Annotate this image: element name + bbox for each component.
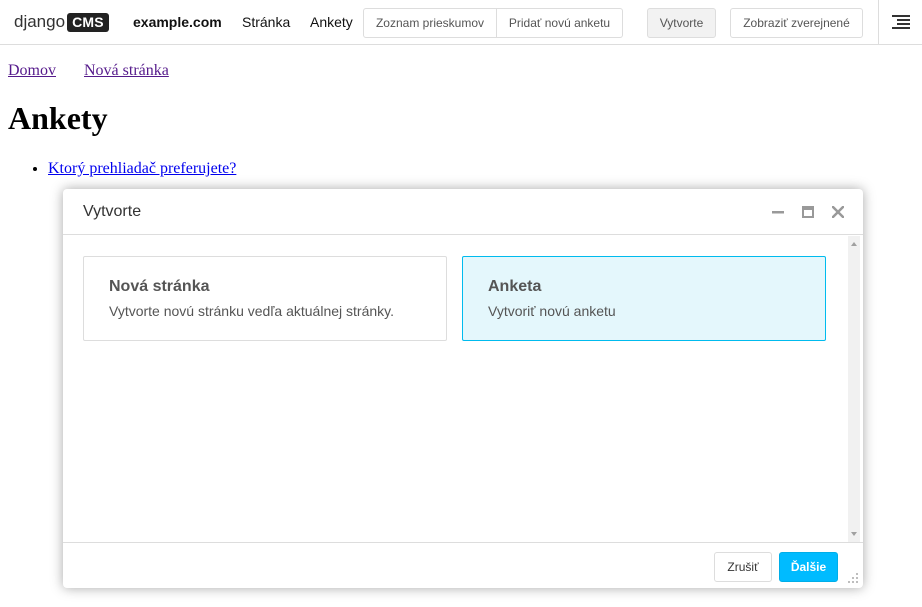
logo-text: django (14, 12, 66, 31)
maximize-button[interactable] (799, 203, 817, 221)
cancel-button[interactable]: Zrušiť (714, 552, 772, 582)
close-icon (832, 206, 844, 218)
breadcrumb-new-page[interactable]: Nová stránka (84, 62, 169, 79)
add-poll-button[interactable]: Pridať novú anketu (497, 8, 623, 38)
minimize-icon (772, 211, 784, 214)
option-title: Nová stránka (109, 278, 210, 295)
scroll-up-icon[interactable] (851, 242, 857, 246)
poll-list-button[interactable]: Zoznam prieskumov (363, 8, 497, 38)
scroll-down-icon[interactable] (851, 532, 857, 536)
toolbar-menu-polls[interactable]: Ankety (310, 14, 353, 30)
option-description: Vytvorte novú stránku vedľa aktuálnej st… (109, 303, 395, 319)
view-published-button[interactable]: Zobraziť zverejnené (730, 8, 863, 38)
option-description: Vytvoriť novú anketu (488, 303, 616, 319)
close-button[interactable] (829, 203, 847, 221)
create-button[interactable]: Vytvorte (647, 8, 716, 38)
toolbar-menu-toggle[interactable] (878, 0, 922, 44)
breadcrumb: Domov Nová stránka (8, 62, 193, 80)
poll-list: Ktorý prehliadač preferujete? (8, 160, 236, 178)
page-title: Ankety (8, 100, 108, 136)
option-new-page[interactable]: Nová stránka Vytvorte novú stránku vedľa… (83, 256, 447, 341)
breadcrumb-home[interactable]: Domov (8, 62, 56, 79)
toolbar-site-link[interactable]: example.com (133, 14, 222, 30)
maximize-icon (802, 206, 814, 218)
modal-body: Nová stránka Vytvorte novú stránku vedľa… (63, 236, 863, 542)
logo-badge: CMS (67, 12, 109, 32)
minimize-button[interactable] (769, 203, 787, 221)
hamburger-icon (891, 15, 910, 29)
option-poll[interactable]: Anketa Vytvoriť novú anketu (462, 256, 826, 341)
modal-title: Vytvorte (83, 203, 142, 220)
modal-header[interactable]: Vytvorte (63, 189, 863, 235)
next-button[interactable]: Ďalšie (779, 552, 838, 582)
toolbar-menu-page[interactable]: Stránka (242, 14, 290, 30)
list-item: Ktorý prehliadač preferujete? (48, 160, 236, 178)
modal-scrollbar[interactable] (848, 236, 860, 542)
poll-link[interactable]: Ktorý prehliadač preferujete? (48, 160, 236, 177)
django-cms-logo[interactable]: django CMS (14, 11, 109, 33)
cms-toolbar: django CMS example.com Stránka Ankety Zo… (0, 0, 922, 45)
option-title: Anketa (488, 278, 542, 295)
create-modal: Vytvorte Nová stránka Vytvorte novú strá… (63, 189, 863, 588)
modal-footer: Zrušiť Ďalšie (63, 542, 863, 588)
resize-handle-icon[interactable] (848, 573, 859, 584)
